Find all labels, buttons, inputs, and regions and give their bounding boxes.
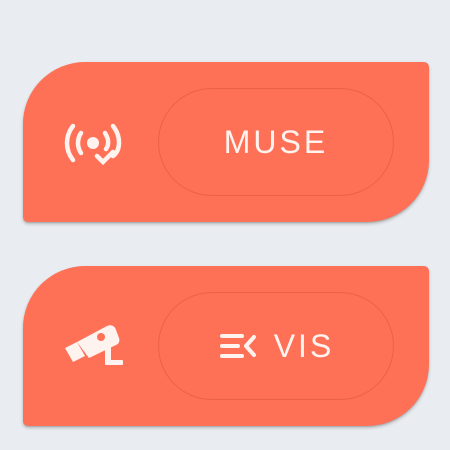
menu-open-icon: [218, 331, 258, 361]
vis-button-label: VIS: [273, 328, 335, 364]
muse-button[interactable]: MUSE: [158, 88, 394, 196]
security-camera-icon: [57, 310, 129, 382]
vis-card: VIS: [23, 266, 429, 426]
muse-card: MUSE: [23, 62, 429, 222]
muse-button-label: MUSE: [223, 124, 329, 160]
wireless-broadcast-check-icon: [57, 106, 129, 178]
vis-button[interactable]: VIS: [158, 292, 394, 400]
